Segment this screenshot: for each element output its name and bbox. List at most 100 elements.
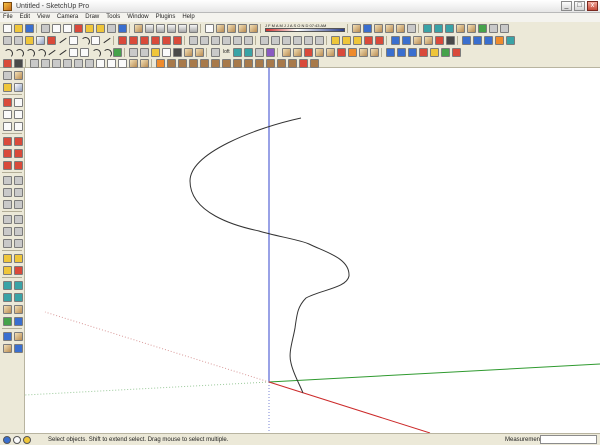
point-icon[interactable] [14, 58, 23, 68]
vertex-tools-icon[interactable] [336, 47, 346, 57]
cut-icon[interactable] [41, 23, 50, 33]
freehand-tool-icon[interactable] [102, 36, 111, 45]
move-tool-icon[interactable] [118, 35, 127, 45]
frame-icon[interactable] [96, 58, 105, 68]
open-folder-icon[interactable] [14, 23, 23, 33]
material-wood-7-icon[interactable] [233, 58, 242, 68]
scene-canvas[interactable] [25, 68, 600, 433]
geo-location-tool-icon[interactable] [14, 317, 23, 326]
stamp-tool-icon[interactable] [14, 293, 23, 302]
menu-tools[interactable]: Tools [106, 13, 120, 22]
share-tool-icon[interactable] [3, 344, 12, 353]
google-earth-icon[interactable] [489, 23, 498, 33]
pan-tool-icon[interactable] [14, 215, 23, 224]
fredo-scale-icon[interactable] [358, 47, 368, 57]
text-tool-icon[interactable] [14, 188, 23, 197]
look-around-tool-icon[interactable] [3, 266, 12, 275]
spiral-icon[interactable] [102, 48, 112, 58]
hidden-line-icon[interactable] [227, 23, 236, 33]
walk-icon[interactable] [342, 35, 351, 45]
minimize-button[interactable]: _ [561, 1, 572, 11]
rectangle-tool-icon[interactable] [3, 98, 12, 107]
lathe-icon[interactable] [140, 47, 149, 57]
zoom-extents-tool-icon[interactable] [14, 239, 23, 248]
polygon-tool-icon[interactable] [91, 35, 100, 45]
sandbox-from-contours-tool-icon[interactable] [3, 281, 12, 290]
style-manager-icon[interactable] [402, 35, 411, 45]
frame-double-icon[interactable] [107, 58, 116, 68]
material-wood-6-icon[interactable] [222, 58, 231, 68]
credits-icon[interactable] [13, 436, 21, 444]
close-button[interactable]: x [587, 1, 598, 11]
right-view-icon[interactable] [167, 23, 176, 33]
scale-tool-icon[interactable] [3, 161, 12, 170]
orbit-tool-icon[interactable] [3, 215, 12, 224]
protractor-tool-icon[interactable] [3, 188, 12, 197]
line-tool-icon[interactable] [14, 98, 23, 107]
sketch-eraser-icon[interactable] [3, 58, 12, 68]
view-left-icon[interactable] [440, 47, 450, 57]
outliner-icon[interactable] [407, 23, 416, 33]
left-view-icon[interactable] [189, 23, 198, 33]
artisan-icon[interactable] [347, 47, 357, 57]
add-detail-icon[interactable] [467, 23, 476, 33]
loft-options-icon[interactable] [265, 47, 275, 57]
material-wood-10-icon[interactable] [266, 58, 275, 68]
warehouse-tool-icon[interactable] [14, 332, 23, 341]
add-detail-tool-icon[interactable] [14, 305, 23, 314]
rotate-tool-icon[interactable] [3, 149, 12, 158]
material-wood-1-icon[interactable] [167, 58, 176, 68]
material-wood-12-icon[interactable] [288, 58, 297, 68]
follow-me-icon[interactable] [151, 35, 160, 45]
freehand-tool-icon[interactable] [14, 122, 23, 131]
3d-text-tool-icon[interactable] [14, 200, 23, 209]
sandbox-icon[interactable] [423, 23, 432, 33]
front-view-icon[interactable] [156, 23, 165, 33]
undo-icon[interactable] [85, 23, 94, 33]
photo-textures-icon[interactable] [500, 23, 509, 33]
dimension-tool-icon[interactable] [14, 176, 23, 185]
segment-icon[interactable] [47, 48, 56, 57]
flip-edge-icon[interactable] [478, 23, 487, 33]
grid-icon[interactable] [30, 58, 39, 68]
print-icon[interactable] [107, 23, 116, 33]
rectangle-tool-icon[interactable] [47, 35, 56, 45]
texture-icon[interactable] [140, 58, 149, 68]
sweep-icon[interactable] [195, 47, 204, 57]
catmull-icon[interactable] [113, 47, 122, 57]
zoom-tool-icon[interactable] [3, 227, 12, 236]
solid-subtract-icon[interactable] [473, 35, 482, 45]
follow-me-tool-icon[interactable] [14, 149, 23, 158]
pan-icon[interactable] [271, 35, 280, 45]
material-wood-4-icon[interactable] [200, 58, 209, 68]
tape-measure-icon[interactable] [189, 35, 198, 45]
help-icon[interactable] [23, 436, 31, 444]
polyline-icon[interactable] [14, 48, 24, 58]
select-tool-icon[interactable] [3, 35, 12, 45]
drape-tool-icon[interactable] [3, 305, 12, 314]
stamp-icon[interactable] [445, 23, 454, 33]
position-camera-tool-icon[interactable] [3, 254, 12, 263]
bridge-icon[interactable] [162, 47, 171, 57]
scale-tool-icon[interactable] [162, 35, 171, 45]
render-icon[interactable] [299, 58, 308, 68]
select-tool-icon[interactable] [3, 71, 12, 80]
look-around-icon[interactable] [353, 35, 362, 45]
material-wood-5-icon[interactable] [211, 58, 220, 68]
view-front-icon[interactable] [407, 47, 417, 57]
divider-icon[interactable] [58, 48, 67, 57]
view-iso-icon[interactable] [396, 47, 406, 57]
ellipse-icon[interactable] [69, 47, 78, 57]
loft-curve-icon[interactable] [211, 47, 220, 57]
arc-tool-icon[interactable] [14, 110, 23, 119]
push-pull-icon[interactable] [129, 35, 138, 45]
menu-file[interactable]: File [3, 13, 13, 22]
zoom-icon[interactable] [282, 35, 291, 45]
styles-icon[interactable] [385, 23, 394, 33]
smoove-icon[interactable] [434, 23, 443, 33]
sandbox-scratch-icon[interactable] [292, 47, 302, 57]
shape-bender-icon[interactable] [369, 47, 379, 57]
sketchup-app-icon[interactable] [3, 2, 12, 11]
modeling-viewport[interactable] [25, 68, 600, 433]
geo-location-icon[interactable] [3, 436, 11, 444]
